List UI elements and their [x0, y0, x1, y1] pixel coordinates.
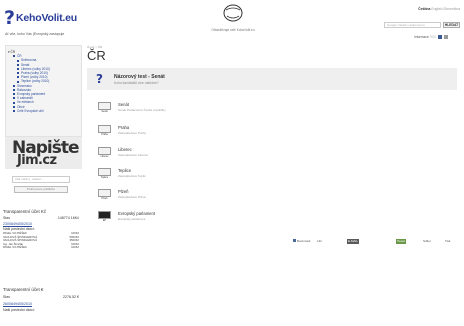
lang-slovak[interactable]: Slovenčina [443, 7, 460, 11]
institution-pictogram-icon [98, 211, 111, 219]
institution-subtitle: Evropský parlament [118, 217, 146, 221]
regions-link[interactable]: Oblasti/kraje celé KohoVolit.eu [200, 28, 266, 32]
question-mark-icon: ? [96, 72, 103, 84]
institution-pictogram-icon [98, 168, 111, 176]
bookmark-label: Bookmark [297, 239, 311, 243]
bullet-icon [13, 93, 15, 96]
rss-link[interactable]: RSS [430, 35, 437, 39]
svg-text:?: ? [96, 72, 103, 84]
institution-icon[interactable]: EP [98, 211, 111, 222]
language-switcher[interactable]: Čeština English Slovenčina [418, 7, 460, 11]
institution-icon-caption: Teplice [100, 176, 109, 179]
lang-czech[interactable]: Čeština [418, 7, 430, 11]
page-title: ČR [87, 48, 106, 63]
bullet-icon [13, 105, 15, 108]
napistejim-logo-line2[interactable]: Jim.cz [17, 154, 57, 167]
bullet-icon [17, 72, 19, 75]
institution-name-link[interactable]: Praha [118, 125, 129, 130]
featured-test-title[interactable]: Názorový test - Senát [114, 74, 165, 80]
institution-icon[interactable]: Senát [98, 102, 111, 113]
institution-pictogram-icon [98, 102, 111, 110]
info-label[interactable]: Informace [414, 35, 429, 39]
bullet-icon [17, 59, 19, 62]
account-eur: Transparentní účet € Stav 2276.52 € 2600… [3, 287, 79, 312]
institution-pictogram-icon [98, 189, 111, 197]
institution-name-link[interactable]: Plzeň [118, 189, 128, 194]
donor-amount: 100Kč [71, 245, 79, 249]
institution-name-link[interactable]: Evropský parlament [118, 211, 155, 216]
institution-subtitle: Senát Parlamentu České republiky [118, 108, 166, 112]
print-button[interactable]: Tisk [444, 239, 451, 244]
send-to-politicians-button[interactable]: Pošli pouze politikům [14, 186, 68, 193]
tree-item-label: Celé Evropské uhlí [17, 108, 44, 113]
tree-item[interactable]: Celé Evropské uhlí [8, 109, 80, 113]
bullet-icon [17, 76, 19, 79]
institution-icon-caption: Senát [101, 110, 108, 113]
bullet-icon [13, 84, 15, 87]
account-state-label: Stav [3, 295, 11, 299]
recent-donors-label: Naši poslední dárci: [3, 308, 35, 312]
institution-icon[interactable]: Liberec [98, 147, 111, 158]
account-state-value: 148774 16Kč [57, 216, 79, 220]
lang-english[interactable]: English [431, 7, 442, 11]
featured-test-subtitle: Koho kandidátů více nabídne? [114, 81, 159, 85]
institution-icon-caption: Liberec [100, 155, 109, 158]
account-number-link[interactable]: 2300849405/2010 [3, 222, 79, 226]
institution-pictogram-icon [98, 125, 111, 133]
logo-question-mark[interactable]: ? [4, 9, 15, 28]
account-czk: Transparentní účet Kč Stav 148774 16Kč 2… [3, 209, 79, 250]
like-button[interactable]: Líbí [316, 239, 323, 244]
account-state: Stav 148774 16Kč [3, 216, 79, 220]
account-title: Transparentní účet € [3, 287, 44, 292]
institution-icon[interactable]: Teplice [98, 168, 111, 179]
bullet-icon [17, 67, 19, 70]
donor-row: PAVEL VOJTÉŠEK 100Kč [3, 245, 79, 250]
institution-icon-caption: Praha [101, 133, 108, 136]
bullet-icon [13, 97, 15, 100]
institution-icon-caption: Plzeň [101, 197, 108, 200]
bullet-icon [13, 101, 15, 104]
twitter-icon[interactable] [444, 35, 449, 40]
institution-subtitle: Zastupitelstvo Teplic [118, 174, 146, 178]
account-state-label: Stav [3, 216, 11, 220]
institution-icon[interactable]: Praha [98, 125, 111, 136]
institution-icon[interactable]: Plzeň [98, 189, 111, 200]
globe-logo-icon[interactable] [222, 2, 244, 24]
search-input[interactable]: Google: hledat v dokumentu [384, 22, 441, 28]
bullet-icon [13, 55, 15, 58]
bullet-icon [17, 80, 19, 83]
share-button[interactable]: Sdílet [422, 239, 432, 244]
institution-subtitle: Zastupitelstvo Plzně [118, 195, 146, 199]
donor-list: PAVEL VOJTÉŠEK 100Kč VACHOVÁ ŠPINDLEROVÁ 50… [3, 231, 79, 250]
donor-name: PAVEL VOJTÉŠEK [3, 245, 27, 249]
search-button[interactable]: HLEDAT [443, 22, 460, 28]
bullet-icon [13, 88, 15, 91]
institution-icon-caption: EP [102, 219, 107, 222]
institution-pictogram-icon [98, 147, 111, 155]
account-number-link[interactable]: 2600849405/2010 [3, 302, 79, 306]
info-row: Informace RSS [414, 35, 449, 40]
account-state-value: 2276.52 € [63, 295, 79, 299]
email-button[interactable]: E-MAIL [347, 239, 360, 244]
institution-subtitle: Zastupitelstvo Prahy [118, 131, 147, 135]
institution-name-link[interactable]: Teplice [118, 168, 131, 173]
institution-subtitle: Zastupitelstvo Liberce [118, 153, 149, 157]
share-toolbar: Bookmark Líbí E-MAIL Tweet Sdílet Tisk [292, 238, 460, 246]
bullet-icon [17, 63, 19, 66]
institution-name-link[interactable]: Senát [118, 102, 129, 107]
tweet-button[interactable]: Tweet [396, 239, 407, 244]
region-tree-list: ▾ ČR ČR Sněmovna Senát Liberec (volby 2010) P… [8, 50, 80, 113]
site-tagline: Ať víte, koho Vás (Evropský zastupuje [5, 32, 65, 36]
email-input[interactable]: Váš mail(+), ostatní... [12, 176, 70, 183]
bookmark-button[interactable]: Bookmark [292, 239, 312, 244]
bullet-icon [13, 110, 15, 112]
site-logo-text[interactable]: KehoVolit.eu [16, 12, 77, 24]
institution-name-link[interactable]: Liberec [118, 147, 132, 152]
bookmark-icon [293, 239, 296, 242]
account-state: Stav 2276.52 € [3, 295, 79, 299]
account-title: Transparentní účet Kč [3, 209, 47, 214]
facebook-icon[interactable] [438, 35, 443, 40]
